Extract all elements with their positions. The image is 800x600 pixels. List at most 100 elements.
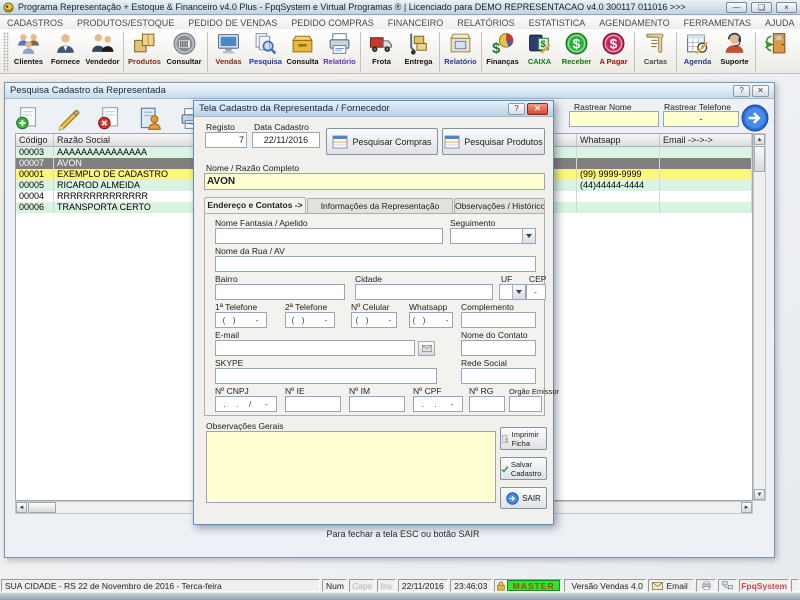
email-input[interactable] [215,340,415,356]
salvar-cadastro-button[interactable]: Salvar Cadastro [500,457,547,480]
toolbar-exit[interactable]: EXIT [758,30,795,57]
toolbar-agenda[interactable]: Agenda [679,30,716,66]
toolbar-suporte[interactable]: Suporte [716,30,753,66]
vertical-scrollbar[interactable]: ▲ ▼ [753,133,766,501]
dialog-close-button[interactable]: ✕ [527,103,548,115]
toolbar-caixa[interactable]: $ CAIXA [521,30,558,66]
vertical-scroll-thumb[interactable] [754,146,765,172]
nome-contato-input[interactable] [461,340,536,356]
toolbar-entrega[interactable]: Entrega [400,30,437,66]
menu-pedido-compras[interactable]: PEDIDO COMPRAS [284,18,381,28]
toolbar-produtos[interactable]: Produtos [126,30,163,66]
rg-input[interactable] [469,396,505,412]
cpf-input[interactable] [413,396,463,412]
toolbar-consulta[interactable]: Consulta [284,30,321,66]
seguimento-select[interactable] [450,228,536,244]
register-dialog: Tela Cadastro da Representada / Forneced… [193,100,554,525]
toolbar-financas[interactable]: $ Finanças [484,30,521,66]
scroll-down-arrow[interactable]: ▼ [754,489,765,500]
celular-input[interactable] [351,312,397,328]
status-network[interactable] [718,579,737,592]
scroll-right-arrow[interactable]: ► [741,502,752,513]
toolbar-relatorio2[interactable]: Relatório [442,30,479,66]
tab-observacoes-historico[interactable]: Observações / Histórico [454,198,545,213]
menu-produtos-estoque[interactable]: PRODUTOS/ESTOQUE [70,18,181,28]
telefone1-input[interactable] [215,312,267,328]
close-window-button[interactable]: ✕ [752,85,769,97]
col-header-whatsapp[interactable]: Whatsapp [577,134,660,146]
orgao-emissor-input[interactable] [509,396,542,412]
cep-input[interactable] [526,284,546,300]
nome-fantasia-label: Nome Fantasia / Apelido [215,218,308,228]
whatsapp-input[interactable] [409,312,453,328]
tab-informacoes-representacao[interactable]: Informações da Representação [307,198,453,213]
toolbar-fornecedor[interactable]: Fornece [47,30,84,66]
menu-estatistica[interactable]: ESTATISTICA [522,18,593,28]
telefone2-input[interactable] [285,312,335,328]
close-button[interactable]: × [776,2,797,13]
scroll-left-arrow[interactable]: ◄ [16,502,27,513]
rua-input[interactable] [215,256,536,272]
add-record-icon[interactable] [15,106,40,131]
help-button[interactable]: ? [733,85,750,97]
search-window-titlebar[interactable]: Pesquisa Cadastro da Representada ? ✕ [5,83,774,99]
nome-fantasia-input[interactable] [215,228,443,244]
toolbar-frota[interactable]: Frota [363,30,400,66]
menu-pedido-vendas[interactable]: PEDIDO DE VENDAS [181,18,284,28]
scroll-up-arrow[interactable]: ▲ [754,134,765,145]
chevron-down-icon[interactable] [512,285,525,299]
sair-button[interactable]: SAIR [500,487,547,509]
minimize-button[interactable]: — [726,2,747,13]
observacoes-textarea[interactable] [206,431,496,503]
imprimir-ficha-button[interactable]: Imprimir Ficha [500,427,547,450]
contact-card-icon[interactable] [138,106,163,131]
toolbar-relatorio[interactable]: Relatório [321,30,358,66]
status-email[interactable]: Email [648,579,694,592]
track-name-input[interactable] [569,111,659,127]
data-cadastro-input[interactable] [252,132,320,148]
col-header-codigo[interactable]: Código [16,134,54,146]
email-send-button[interactable] [418,341,435,356]
pesquisar-produtos-button[interactable]: Pesquisar Produtos [442,128,545,155]
toolbar-pesquisa[interactable]: Pesquisa [247,30,284,66]
skype-input[interactable] [215,368,437,384]
nome-razao-input[interactable] [204,173,545,190]
col-header-email[interactable]: Email ->->-> [660,134,752,146]
cnpj-input[interactable] [215,396,277,412]
toolbar-clientes[interactable]: Clientes [10,30,47,66]
track-phone-input[interactable] [663,111,739,127]
menu-agendamento[interactable]: AGENDAMENTO [592,18,676,28]
restore-button[interactable]: ❏ [751,2,772,13]
status-user: MASTER [494,579,563,592]
bairro-input[interactable] [215,284,345,300]
toolbar-cartas[interactable]: Cartas [637,30,674,66]
toolbar-consultar[interactable]: Consultar [163,30,205,66]
uf-select[interactable] [499,284,526,300]
dialog-titlebar[interactable]: Tela Cadastro da Representada / Forneced… [194,101,553,117]
toolbar-receber[interactable]: $ Receber [558,30,595,66]
menu-ajuda[interactable]: AJUDA [758,18,800,28]
chevron-down-icon[interactable] [522,229,535,243]
toolbar-vendas[interactable]: Vendas [210,30,247,66]
horizontal-scroll-thumb[interactable] [28,502,56,513]
registro-input[interactable] [205,132,247,148]
im-input[interactable] [349,396,405,412]
pesquisar-compras-button[interactable]: Pesquisar Compras [326,128,438,155]
toolbar-apagar[interactable]: $ A Pagar [595,30,632,66]
menu-ferramentas[interactable]: FERRAMENTAS [677,18,758,28]
tab-endereco-contatos[interactable]: Endereço e Contatos -> [204,197,306,213]
delete-record-icon[interactable] [97,106,122,131]
menu-financeiro[interactable]: FINANCEIRO [381,18,451,28]
edit-record-icon[interactable] [56,106,81,131]
rede-social-input[interactable] [461,368,536,384]
status-printer[interactable] [696,579,715,592]
cidade-input[interactable] [355,284,493,300]
menu-cadastros[interactable]: CADASTROS [0,18,70,28]
complemento-input[interactable] [461,312,536,328]
search-window-title: Pesquisa Cadastro da Representada [10,85,166,96]
status-master-badge: MASTER [507,580,561,591]
toolbar-vendedor[interactable]: Vendedor [84,30,121,66]
menu-relatorios[interactable]: RELATÓRIOS [450,18,521,28]
dialog-help-button[interactable]: ? [508,103,525,115]
ie-input[interactable] [285,396,341,412]
